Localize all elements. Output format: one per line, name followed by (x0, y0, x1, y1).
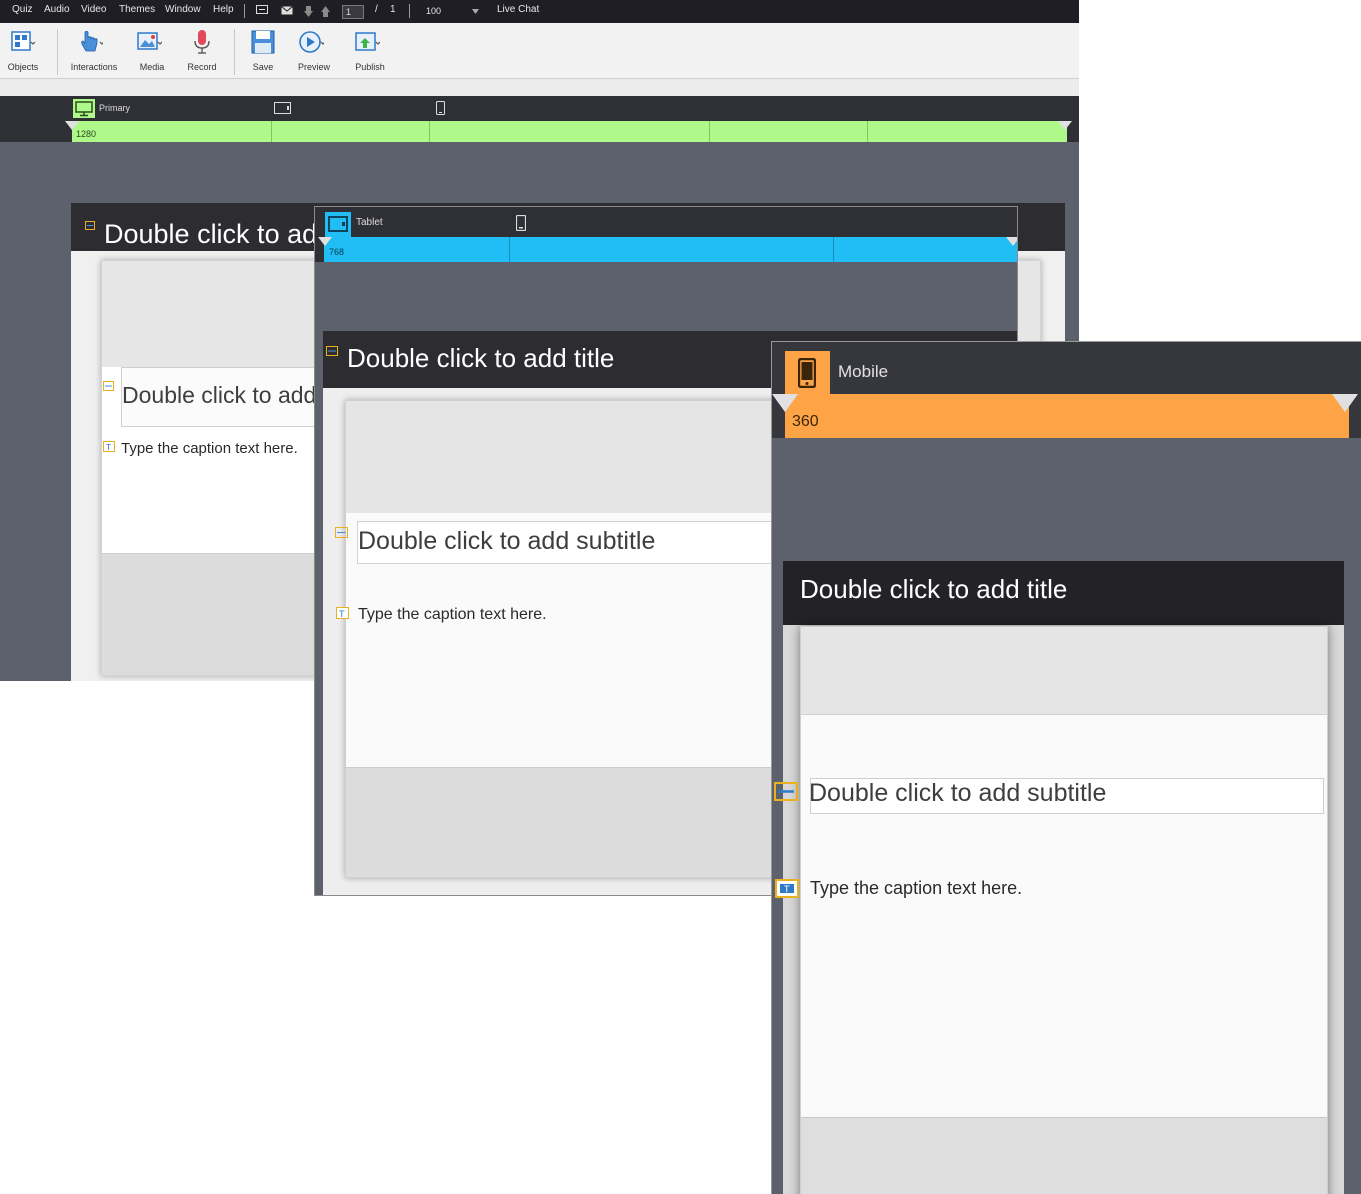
menu-help[interactable]: Help (213, 4, 234, 15)
menu-bar: Quiz Audio Video Themes Window Help 1 / … (0, 0, 1079, 23)
tablet-slide-caption[interactable]: Type the caption text here. (358, 606, 547, 624)
hand-pointer-icon (81, 30, 103, 52)
tablet-breakpoint-strip[interactable]: 768 (324, 237, 1017, 262)
mobile-subtitle-box[interactable]: Double click to add subtitle (809, 778, 1324, 814)
toolbar-divider (234, 29, 235, 75)
desktop-monitor-icon[interactable] (73, 99, 95, 118)
strip-tick (429, 121, 430, 142)
mobile-breakpoint-width: 360 (792, 413, 819, 430)
live-chat-link[interactable]: Live Chat (497, 4, 539, 15)
main-toolbar: Objects Interactions Media Record Save P… (0, 23, 1079, 79)
comment-icon[interactable] (256, 5, 268, 16)
mobile-phone-icon[interactable] (516, 215, 526, 231)
strip-tick (867, 121, 868, 142)
strip-tick (709, 121, 710, 142)
arrow-up-icon[interactable] (321, 6, 330, 17)
slide-footer-band (801, 1117, 1327, 1194)
play-icon (299, 31, 324, 53)
left-breakpoint-handle[interactable] (772, 394, 798, 412)
save-button[interactable]: Save (244, 23, 282, 79)
image-icon (137, 32, 162, 50)
slide-header-band (801, 627, 1327, 715)
strip-tick (509, 237, 510, 262)
mail-icon[interactable] (281, 6, 293, 15)
tablet-breakpoint-label: Tablet (356, 217, 383, 228)
mobile-slide-title[interactable]: Double click to add title (800, 574, 1067, 605)
primary-breakpoint-label: Primary (99, 103, 130, 113)
tablet-breakpoint-bar: Tablet 768 (315, 207, 1017, 262)
mobile-title-bar: Double click to add title (783, 561, 1344, 625)
publish-label: Publish (355, 62, 385, 72)
arrow-down-icon[interactable] (304, 6, 313, 17)
mobile-breakpoint-strip[interactable]: 360 (785, 394, 1349, 438)
publish-upload-icon (355, 32, 380, 51)
menu-divider (409, 4, 410, 18)
menu-window[interactable]: Window (165, 4, 201, 15)
caption-icon: T (336, 607, 349, 619)
save-label: Save (252, 62, 274, 72)
media-button[interactable]: Media (130, 23, 174, 79)
mobile-slide-subtitle: Double click to add subtitle (809, 779, 1107, 807)
mobile-phone-icon (798, 358, 816, 388)
primary-breakpoint-bar: Primary 1280 (0, 96, 1079, 142)
mobile-breakpoint-bar: Mobile 360 (772, 342, 1361, 438)
interactions-label: Interactions (70, 62, 118, 72)
toolbar-divider (57, 29, 58, 75)
record-button[interactable]: Record (182, 23, 222, 79)
tablet-slide-subtitle: Double click to add subtitle (358, 527, 656, 555)
left-breakpoint-handle[interactable] (318, 237, 332, 246)
tablet-icon[interactable] (325, 212, 351, 237)
subtitle-placeholder-icon (103, 381, 114, 391)
objects-label: Objects (7, 62, 39, 72)
preview-label: Preview (297, 62, 330, 72)
mobile-icon-box[interactable] (785, 351, 830, 394)
menu-audio[interactable]: Audio (44, 4, 70, 15)
mobile-phone-icon[interactable] (436, 101, 445, 115)
menu-video[interactable]: Video (81, 4, 106, 15)
title-placeholder-icon (326, 346, 338, 356)
publish-button[interactable]: Publish (346, 23, 394, 79)
tablet-breakpoint-width: 768 (329, 247, 345, 257)
mobile-view-window: Mobile 360 Double click to add title Dou… (771, 341, 1361, 1194)
primary-breakpoint-width: 1280 (76, 129, 97, 139)
microphone-icon (194, 30, 210, 54)
objects-grid-icon (11, 31, 36, 51)
zoom-value[interactable]: 100 (426, 6, 441, 16)
right-breakpoint-handle[interactable] (1058, 121, 1072, 130)
page-separator: / (375, 4, 378, 15)
mobile-breakpoint-label: Mobile (838, 362, 889, 381)
strip-tick (833, 237, 834, 262)
right-breakpoint-handle[interactable] (1332, 394, 1358, 412)
tablet-slide-title[interactable]: Double click to add title (347, 343, 614, 374)
subtitle-placeholder-icon (774, 782, 798, 801)
record-label: Record (187, 62, 217, 72)
menu-quiz[interactable]: Quiz (12, 4, 33, 15)
left-breakpoint-handle[interactable] (65, 121, 79, 130)
svg-text:T: T (105, 443, 111, 452)
media-label: Media (139, 62, 165, 72)
title-placeholder-icon (85, 221, 95, 230)
svg-text:T: T (338, 610, 345, 619)
mobile-slide (800, 626, 1328, 1194)
objects-button[interactable]: Objects (0, 23, 46, 79)
save-disk-icon (251, 30, 275, 54)
subtitle-placeholder-icon (335, 527, 348, 538)
caption-icon: T (103, 441, 115, 452)
page-total: 1 (390, 4, 396, 15)
toolbar-spacer (0, 79, 1079, 96)
strip-tick (271, 121, 272, 142)
menu-divider (244, 4, 245, 18)
page-number-input[interactable]: 1 (342, 5, 364, 19)
svg-text:T: T (783, 885, 790, 895)
primary-slide-caption[interactable]: Type the caption text here. (121, 440, 298, 457)
primary-breakpoint-strip[interactable]: 1280 (72, 121, 1067, 142)
chevron-down-icon[interactable] (472, 9, 479, 14)
caption-icon: T (775, 879, 799, 898)
interactions-button[interactable]: Interactions (66, 23, 122, 79)
mobile-slide-caption[interactable]: Type the caption text here. (810, 878, 1022, 899)
right-breakpoint-handle[interactable] (1006, 237, 1017, 246)
preview-button[interactable]: Preview (292, 23, 336, 79)
tablet-icon[interactable] (274, 102, 291, 114)
menu-themes[interactable]: Themes (119, 4, 155, 15)
